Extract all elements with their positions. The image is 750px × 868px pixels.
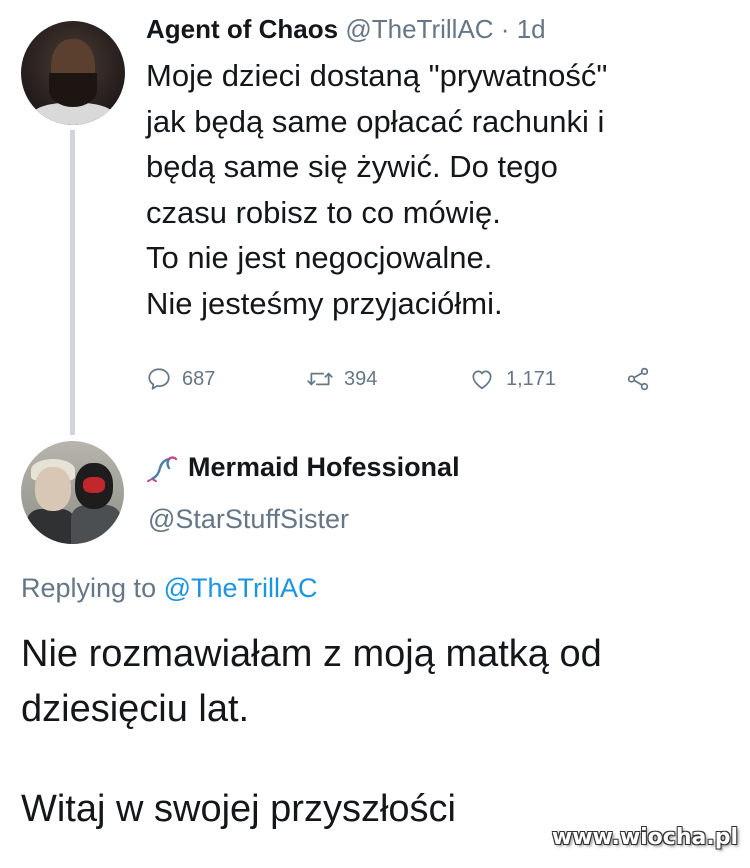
tweet1-text: Moje dzieci dostaną "prywatność" jak będ… [146, 53, 706, 326]
share-icon [627, 367, 649, 391]
retweet-button[interactable]: 394 [306, 366, 377, 392]
tweet1-time[interactable]: 1d [517, 14, 546, 44]
avatar-person-left-face [35, 467, 71, 511]
avatar-person-right-body [71, 505, 121, 544]
tweet2-line: dziesięciu lat. [21, 688, 250, 730]
tweet1-line: Moje dzieci dostaną "prywatność" [146, 58, 608, 93]
avatar-agent-of-chaos[interactable] [21, 21, 125, 125]
tweet1-action-bar: 687 394 1,171 [146, 366, 686, 400]
tweet1-line: jak będą same opłacać rachunki i [146, 103, 605, 139]
like-button[interactable]: 1,171 [468, 366, 556, 392]
tweet1-line: będą same się żywić. Do tego [146, 149, 558, 184]
retweet-count: 394 [344, 367, 378, 390]
replying-to-label: Replying to [21, 573, 157, 603]
reply-button[interactable]: 687 [146, 366, 215, 392]
replying-to-line: Replying to @TheTrillAC [21, 573, 318, 604]
tweet2-author-name[interactable]: Mermaid Hofessional [188, 452, 460, 483]
tweet1-line: Nie jesteśmy przyjaciółmi. [146, 285, 503, 321]
avatar-beard [49, 73, 97, 107]
tweet1-line: To nie jest negocjowalne. [146, 240, 493, 275]
tweet2-text: Nie rozmawiałam z moją matką od dziesięc… [21, 627, 741, 837]
tweet2-paragraph-gap [21, 737, 741, 782]
tweet2-handle[interactable]: @StarStuffSister [148, 504, 349, 535]
tweet1-separator: · [500, 14, 510, 44]
avatar-mermaid-hofessional[interactable] [21, 441, 124, 544]
heart-icon [472, 370, 492, 390]
tweet1-author-name[interactable]: Agent of Chaos [146, 14, 338, 44]
reply-icon [148, 368, 170, 390]
thread-connector-line [70, 130, 75, 435]
reply-count: 687 [182, 367, 216, 390]
like-count: 1,171 [506, 367, 557, 390]
tweet1-header: Agent of Chaos @TheTrillAC · 1d [146, 14, 546, 45]
replying-to-handle-link[interactable]: @TheTrillAC [164, 573, 318, 603]
retweet-icon [307, 372, 333, 386]
share-button[interactable] [624, 366, 662, 392]
tweet2-name-row: Mermaid Hofessional [146, 452, 460, 483]
site-watermark: www.wiocha.pl [551, 825, 738, 850]
tweet1-handle[interactable]: @TheTrillAC [345, 14, 493, 44]
tweet1-line: czasu robisz to co mówię. [146, 194, 501, 230]
avatar-person-right-mask [83, 477, 105, 493]
tweet2-line: Nie rozmawiałam z moją matką od [21, 633, 602, 675]
mermaid-tail-icon [147, 455, 178, 482]
avatar-person-left-body [27, 509, 75, 544]
